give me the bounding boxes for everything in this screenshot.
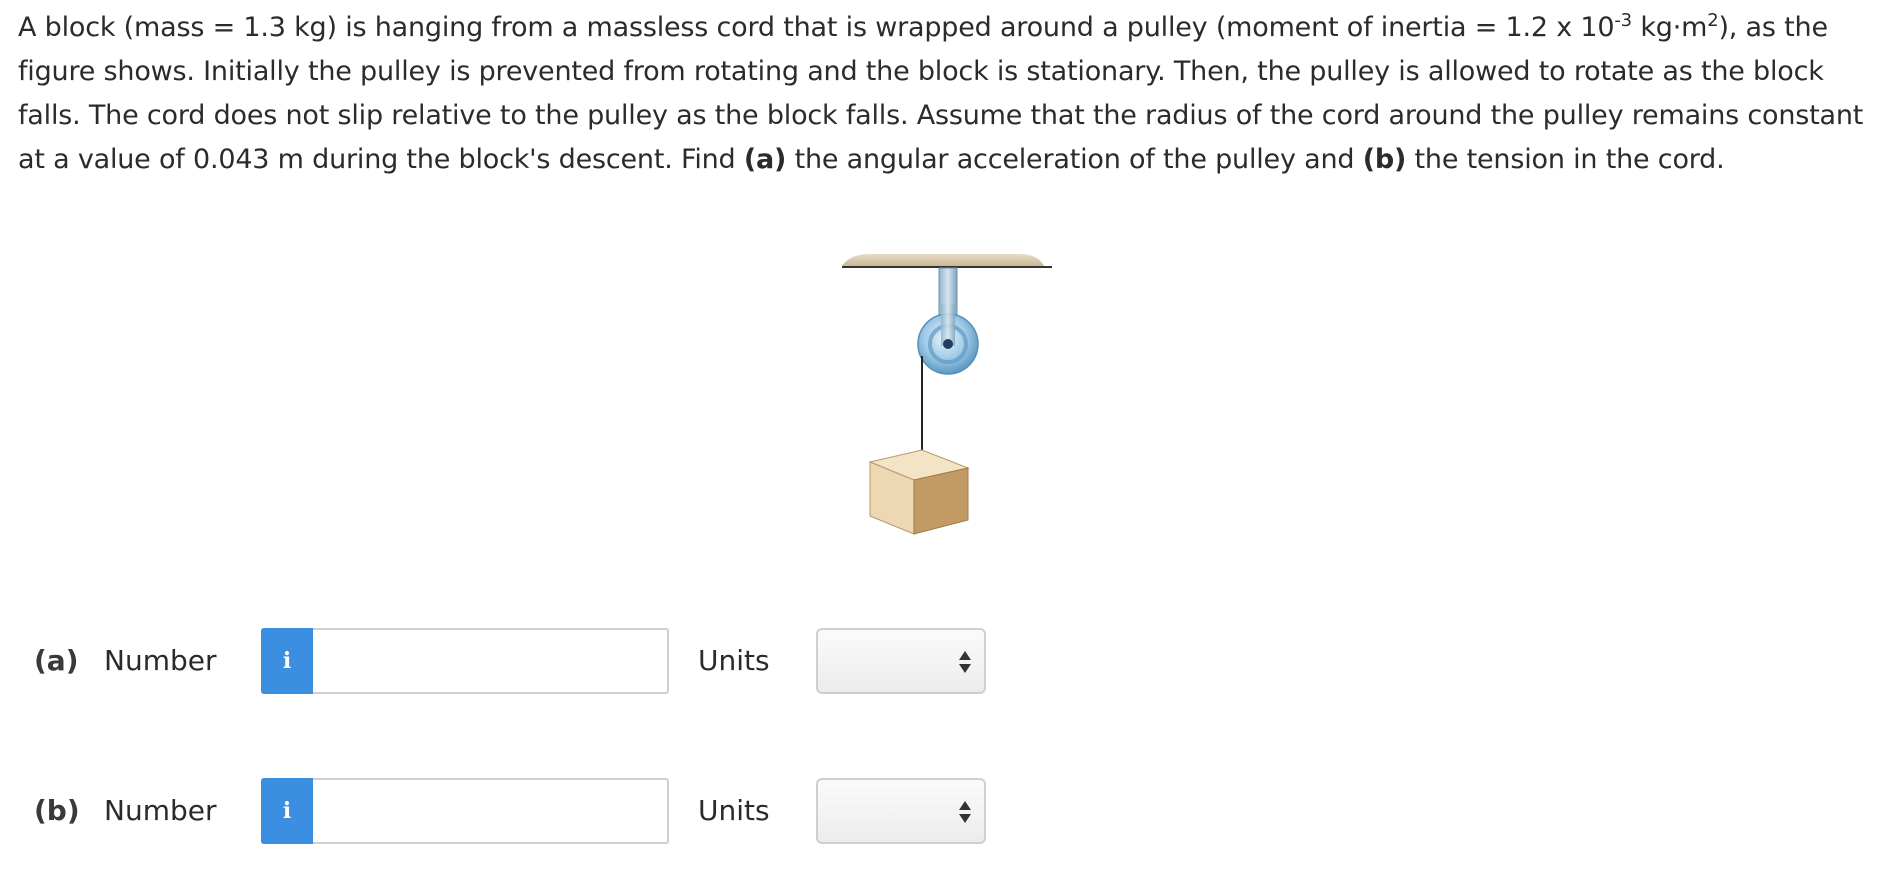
- units-select-b[interactable]: [816, 778, 986, 844]
- ceiling: [842, 254, 1044, 266]
- pulley-axle: [943, 339, 953, 349]
- question-text: A block (mass = 1.3 kg) is hanging from …: [18, 10, 1864, 176]
- info-icon[interactable]: i: [261, 778, 313, 844]
- part-a-label: (a): [34, 644, 79, 677]
- block-side: [913, 467, 969, 535]
- pulley-figure: [842, 254, 1052, 535]
- units-select-a[interactable]: [816, 628, 986, 694]
- answer-row-a: (a) Number i Units: [34, 628, 1034, 694]
- units-label-a: Units: [698, 644, 770, 677]
- units-label-b: Units: [698, 794, 770, 827]
- select-arrows-icon: [959, 651, 971, 673]
- part-b-label: (b): [34, 794, 80, 827]
- number-input-b[interactable]: [313, 778, 669, 844]
- number-label-b: Number: [104, 794, 217, 827]
- select-arrows-icon: [959, 801, 971, 823]
- number-input-a[interactable]: [313, 628, 669, 694]
- number-label-a: Number: [104, 644, 217, 677]
- answer-row-b: (b) Number i Units: [34, 778, 1034, 844]
- info-icon[interactable]: i: [261, 628, 313, 694]
